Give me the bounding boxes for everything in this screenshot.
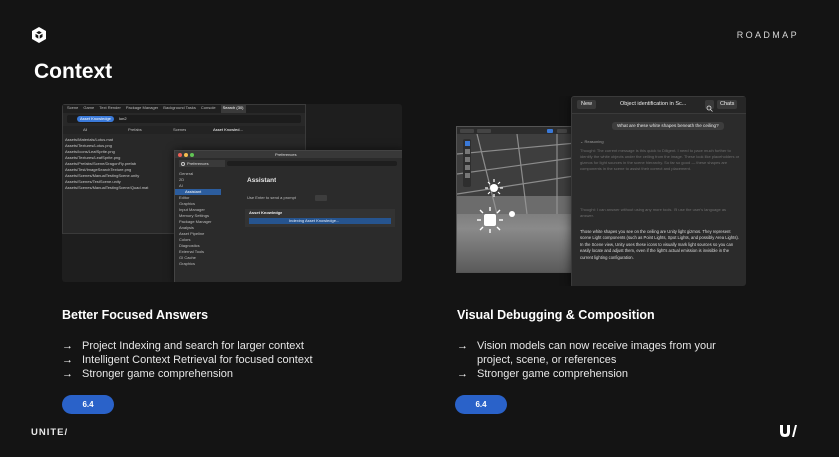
filter-prefabs[interactable]: Prefabs	[128, 127, 142, 133]
list-item[interactable]: Assets/Scenes/ManualTestingScene/Quad.ma…	[65, 185, 175, 191]
maximize-window-icon[interactable]	[190, 152, 194, 157]
filter-columns: All Prefabs Scenes Asset Knowled...	[63, 126, 305, 134]
unity-logo-icon	[32, 27, 46, 43]
chat-title: Object identification in Sc...	[620, 101, 687, 107]
search-icon[interactable]	[705, 100, 714, 112]
version-badge: 6.4	[455, 395, 507, 414]
tab-search[interactable]: Search (30)	[220, 105, 246, 113]
light-gizmo-icon[interactable]	[477, 207, 503, 233]
left-bullet-list: Project Indexing and search for larger c…	[62, 339, 313, 381]
assistant-header: New Object identification in Sc... Chats	[572, 97, 746, 114]
preferences-title: Preferences	[275, 151, 297, 157]
roadmap-label: ROADMAP	[736, 30, 799, 40]
rect-tool-icon[interactable]	[464, 173, 470, 178]
scale-tool-icon[interactable]	[464, 165, 470, 170]
preferences-search[interactable]	[227, 161, 397, 166]
version-badge: 6.4	[62, 395, 114, 414]
tab-text-render[interactable]: Text Render	[99, 105, 121, 113]
search-chip[interactable]: Asset Knowledge	[77, 116, 114, 122]
tab-game[interactable]: Game	[83, 105, 94, 113]
list-item: Stronger game comprehension	[62, 367, 313, 381]
vision-screenshot: New Object identification in Sc... Chats…	[456, 96, 746, 286]
filter-all[interactable]: All	[83, 127, 87, 133]
category-item[interactable]: Graphics	[175, 261, 221, 267]
tab-package-manager[interactable]: Package Manager	[126, 105, 158, 113]
user-message: What are these white shapes beneath the …	[612, 122, 724, 130]
unite-u-logo-icon	[780, 425, 797, 437]
search-input[interactable]: lon2	[119, 116, 127, 122]
slide: ROADMAP Context Scene Game Text Render P…	[0, 0, 839, 457]
camera-button[interactable]	[557, 128, 567, 133]
right-heading: Visual Debugging & Composition	[457, 308, 655, 322]
editor-tab-bar: Scene Game Text Render Package Manager B…	[63, 105, 305, 113]
gear-icon	[181, 161, 185, 166]
search-bar[interactable]: Asset Knowledge lon2	[67, 115, 301, 123]
assistant-settings-heading: Assistant	[247, 177, 277, 184]
move-tool-icon[interactable]	[464, 149, 470, 154]
minimize-window-icon[interactable]	[184, 152, 188, 157]
preferences-tab[interactable]: Preferences	[179, 160, 225, 167]
tab-background-tasks[interactable]: Background Tasks	[163, 105, 196, 113]
reasoning-toggle[interactable]: ⌄ Reasoning	[580, 139, 604, 145]
indexing-status: Indexing Asset Knowledge...	[289, 218, 340, 223]
scene-tools-strip	[463, 139, 471, 187]
left-heading: Better Focused Answers	[62, 308, 209, 322]
filter-asset-knowledge[interactable]: Asset Knowled...	[213, 127, 243, 133]
asset-knowledge-section: Asset Knowledge Indexing Asset Knowledge…	[245, 209, 395, 227]
close-window-icon[interactable]	[178, 152, 182, 157]
search-results: Assets/Materials/Lotus.mat Assets/Textur…	[65, 137, 175, 191]
preferences-window: Preferences Preferences General 2D AI As…	[174, 150, 402, 282]
filter-scenes[interactable]: Scenes	[173, 127, 186, 133]
send-prompt-dropdown[interactable]	[315, 195, 327, 201]
light-gizmo-icon[interactable]	[485, 179, 503, 197]
preferences-tab-label: Preferences	[187, 160, 209, 166]
list-item: Stronger game comprehension	[457, 367, 747, 381]
editor-screenshot: Scene Game Text Render Package Manager B…	[62, 104, 402, 282]
reasoning-thought-1: Thought: The current message is this qui…	[580, 148, 740, 171]
reasoning-thought-2: Thought: I can answer without using any …	[580, 207, 727, 218]
preferences-categories: General 2D AI Assistant Editor Graphics …	[175, 171, 221, 267]
asset-knowledge-label: Asset Knowledge	[249, 210, 283, 215]
tab-console[interactable]: Console	[201, 105, 216, 113]
light-gizmo-icon[interactable]	[509, 211, 515, 217]
hand-tool-icon[interactable]	[464, 141, 470, 146]
reasoning-label: Reasoning	[584, 139, 604, 144]
send-prompt-setting: Use Enter to send a prompt	[247, 195, 296, 200]
scene-toolbar	[457, 127, 587, 134]
unite-wordmark: UNITE/	[31, 427, 69, 438]
scene-view	[456, 126, 588, 273]
indexing-progress-bar: Indexing Asset Knowledge...	[249, 218, 391, 224]
rotate-tool-icon[interactable]	[464, 157, 470, 162]
tab-scene[interactable]: Scene	[67, 105, 78, 113]
list-item: Vision models can now receive images fro…	[457, 339, 747, 367]
page-title: Context	[34, 60, 113, 83]
right-bullet-list: Vision models can now receive images fro…	[457, 339, 747, 381]
assistant-panel: New Object identification in Sc... Chats…	[571, 96, 746, 286]
draw-mode-button[interactable]	[477, 128, 491, 133]
scene-ceiling	[457, 134, 587, 214]
chats-button[interactable]: Chats	[717, 100, 738, 109]
new-chat-button[interactable]: New	[577, 100, 597, 109]
gizmo-toggle-button[interactable]	[547, 128, 553, 133]
view-options-button[interactable]	[460, 128, 474, 133]
list-item: Intelligent Context Retrieval for focuse…	[62, 353, 313, 367]
assistant-answer: Those white shapes you see on the ceilin…	[580, 229, 739, 260]
list-item: Project Indexing and search for larger c…	[62, 339, 313, 353]
window-titlebar: Preferences	[175, 151, 402, 158]
